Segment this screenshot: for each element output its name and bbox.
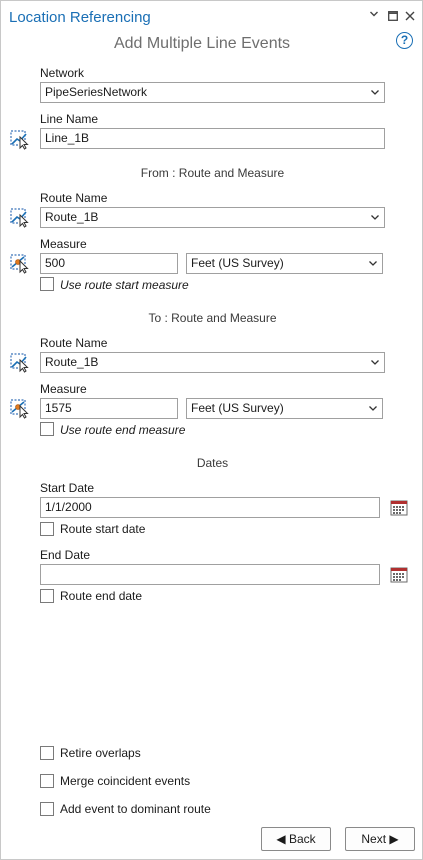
from-section-heading: From : Route and Measure [140, 166, 285, 180]
route-end-date-label: Route end date [60, 589, 143, 603]
to-units-dropdown[interactable]: Feet (US Survey) [186, 398, 383, 419]
merge-coincident-events-label: Merge coincident events [60, 774, 191, 788]
add-to-dominant-route-label: Add event to dominant route [60, 802, 211, 816]
route-end-date-checkbox[interactable] [40, 589, 54, 603]
measure-point-tool-icon[interactable] [9, 252, 31, 274]
select-route-tool-icon[interactable] [9, 206, 31, 228]
from-units-value: Feet (US Survey) [191, 256, 284, 270]
network-value: PipeSeriesNetwork [45, 85, 148, 99]
use-route-start-measure-label: Use route start measure [60, 278, 189, 292]
pane-title: Location Referencing [9, 9, 151, 26]
pane-titlebar: Location Referencing [1, 1, 422, 31]
to-route-combobox[interactable]: Route_1B [40, 352, 385, 373]
add-to-dominant-route-checkbox[interactable] [40, 802, 54, 816]
close-icon[interactable] [403, 9, 417, 25]
chevron-down-icon [371, 90, 379, 95]
use-route-end-measure-label: Use route end measure [60, 423, 186, 437]
network-dropdown[interactable]: PipeSeriesNetwork [40, 82, 385, 103]
select-line-tool-icon[interactable] [9, 128, 31, 150]
back-button[interactable]: ◀ Back [261, 827, 331, 851]
measure-point-tool-icon[interactable] [9, 397, 31, 419]
tool-title: Add Multiple Line Events [113, 35, 291, 52]
maximize-icon[interactable] [386, 9, 400, 25]
from-route-value: Route_1B [45, 210, 99, 224]
to-route-name-label: Route Name [40, 336, 108, 350]
to-measure-label: Measure [40, 382, 87, 396]
help-icon[interactable]: ? [396, 32, 413, 49]
to-route-value: Route_1B [45, 355, 99, 369]
line-name-input[interactable]: Line_1B [40, 128, 385, 149]
chevron-down-icon [371, 360, 379, 365]
retire-overlaps-label: Retire overlaps [60, 746, 141, 760]
from-units-dropdown[interactable]: Feet (US Survey) [186, 253, 383, 274]
retire-overlaps-checkbox[interactable] [40, 746, 54, 760]
start-date-input[interactable]: 1/1/2000 [40, 497, 380, 518]
route-start-date-checkbox[interactable] [40, 522, 54, 536]
merge-coincident-events-checkbox[interactable] [40, 774, 54, 788]
from-route-name-label: Route Name [40, 191, 108, 205]
to-units-value: Feet (US Survey) [191, 401, 284, 415]
line-name-label: Line Name [40, 112, 99, 126]
chevron-down-icon [369, 406, 377, 411]
use-route-start-measure-checkbox[interactable] [40, 277, 54, 291]
use-route-end-measure-checkbox[interactable] [40, 422, 54, 436]
chevron-down-icon [369, 261, 377, 266]
network-label: Network [40, 66, 85, 80]
from-measure-input[interactable]: 500 [40, 253, 178, 274]
to-section-heading: To : Route and Measure [148, 311, 277, 325]
dates-section-heading: Dates [196, 456, 229, 470]
from-measure-label: Measure [40, 237, 87, 251]
route-start-date-label: Route start date [60, 522, 146, 536]
end-date-label: End Date [40, 548, 91, 562]
chevron-down-icon [371, 215, 379, 220]
calendar-icon[interactable] [390, 566, 408, 583]
select-route-tool-icon[interactable] [9, 351, 31, 373]
from-route-combobox[interactable]: Route_1B [40, 207, 385, 228]
start-date-label: Start Date [40, 481, 95, 495]
end-date-input[interactable] [40, 564, 380, 585]
chevron-down-icon[interactable] [367, 9, 381, 25]
next-button[interactable]: Next ▶ [345, 827, 415, 851]
to-measure-input[interactable]: 1575 [40, 398, 178, 419]
calendar-icon[interactable] [390, 499, 408, 516]
pane-frame: Location Referencing Add Multiple Line E… [0, 0, 423, 860]
